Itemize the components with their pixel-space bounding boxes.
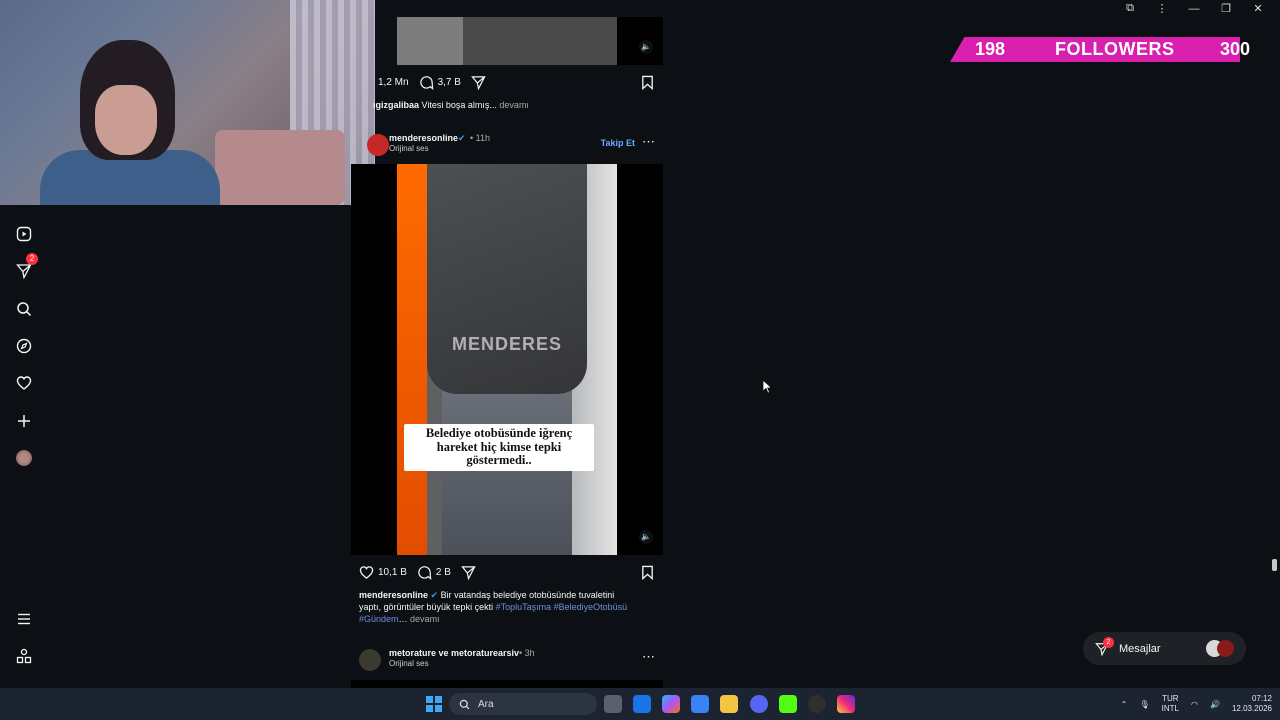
also-from-meta-icon[interactable] [14, 646, 34, 666]
share-icon [471, 75, 486, 90]
comment-button[interactable]: 2 B [417, 565, 451, 580]
next-post-users[interactable]: metorature ve metoraturearsiv [389, 648, 519, 658]
messages-badge: 2 [1103, 637, 1114, 648]
webcam-bed [215, 130, 345, 205]
create-plus-icon[interactable] [14, 411, 34, 431]
prev-post-actions: 1,2 Mn 3,7 B [351, 72, 663, 92]
main-post-video[interactable]: MENDERES Belediye otobüsünde iğrenç hare… [351, 164, 663, 555]
share-button[interactable] [461, 565, 476, 580]
post-options-icon[interactable]: ⋯ [642, 134, 655, 150]
comment-icon [418, 565, 432, 580]
kick-icon[interactable] [779, 695, 797, 713]
post-time: • 11h [470, 133, 491, 143]
direct-badge: 2 [26, 253, 38, 265]
profile-avatar[interactable] [14, 448, 34, 468]
video-watermark: MENDERES [451, 334, 562, 354]
prev-post-media[interactable] [397, 17, 617, 65]
prev-comment-button[interactable]: 3,7 B [419, 75, 461, 90]
discord-icon[interactable] [750, 695, 768, 713]
messages-avatars [1206, 640, 1234, 657]
main-more-link[interactable]: devamı [410, 614, 440, 624]
system-tray: ⌃ 🎙 TUR INTL ◠ 🔊 07:12 12.03.2026 [1121, 692, 1272, 716]
search-icon [459, 699, 470, 709]
puzzle-icon[interactable]: ⧉ [1122, 2, 1138, 15]
instagram-icon[interactable] [837, 695, 855, 713]
bookmark-icon[interactable] [640, 75, 655, 90]
comment-icon [419, 75, 433, 90]
main-post-header: menderesonline ✔ • 11h Orijinal ses Taki… [351, 132, 663, 158]
followers-current: 198 [975, 39, 1006, 59]
heart-icon [359, 565, 374, 579]
post-avatar[interactable] [367, 134, 389, 156]
followers-goal-overlay: 198 FOLLOWERS 300 [950, 37, 1270, 62]
post-audio[interactable]: Orijinal ses [389, 144, 429, 153]
notifications-heart-icon[interactable] [14, 373, 34, 393]
video-frame: MENDERES Belediye otobüsünde iğrenç hare… [397, 164, 617, 555]
language-indicator[interactable]: TUR INTL [1162, 694, 1179, 714]
minimize-button[interactable]: — [1186, 3, 1202, 15]
copilot-icon[interactable] [662, 695, 680, 713]
task-view-icon[interactable] [604, 695, 622, 713]
more-menu-icon[interactable] [14, 609, 34, 629]
direct-icon[interactable]: 2 [14, 253, 38, 281]
next-post-avatar[interactable] [359, 649, 381, 671]
obs-icon[interactable] [808, 695, 826, 713]
close-button[interactable]: ✕ [1250, 2, 1266, 15]
main-caption: menderesonline ✔ Bir vatandaş belediye o… [359, 590, 628, 624]
prev-mute-icon[interactable]: 🔈 [639, 40, 653, 54]
messages-button[interactable]: 2 Mesajlar [1083, 632, 1246, 665]
explore-icon[interactable] [14, 336, 34, 356]
post-username[interactable]: menderesonline [389, 133, 458, 143]
store-icon[interactable] [691, 695, 709, 713]
main-mute-icon[interactable]: 🔈 [639, 530, 653, 544]
restore-button[interactable]: ❐ [1218, 2, 1234, 15]
prev-share-button[interactable] [471, 75, 486, 90]
like-button[interactable]: 10,1 B [359, 565, 407, 580]
chevron-up-icon[interactable]: ⌃ [1121, 700, 1128, 709]
next-post-time: • 3h [519, 648, 535, 658]
volume-icon[interactable]: 🔊 [1210, 700, 1220, 709]
next-post-audio[interactable]: Orijinal ses [389, 659, 429, 668]
search-icon[interactable] [14, 299, 34, 319]
kebab-icon[interactable]: ⋮ [1154, 2, 1170, 15]
clock[interactable]: 07:12 12.03.2026 [1232, 694, 1272, 714]
verified-icon: ✔ [458, 133, 466, 143]
taskbar-search[interactable]: Ara [449, 693, 597, 715]
next-post-options-icon[interactable]: ⋯ [642, 649, 655, 665]
next-post-header: metorature ve metoraturearsiv • 3h Oriji… [351, 647, 663, 673]
window-controls: ⧉ ⋮ — ❐ ✕ [1122, 0, 1280, 17]
main-post-actions: 10,1 B 2 B [351, 562, 663, 582]
mouse-cursor-icon [763, 380, 773, 394]
followers-goal: 300 [1220, 39, 1251, 59]
wifi-icon[interactable]: ◠ [1191, 700, 1198, 709]
windows-start-icon[interactable] [426, 696, 442, 712]
next-post-media[interactable] [351, 680, 663, 688]
taskbar: Ara ⌃ 🎙 TUR INTL ◠ 🔊 07:12 12.03.2026 [0, 688, 1280, 720]
bookmark-icon[interactable] [640, 565, 655, 580]
followers-label: FOLLOWERS [1055, 39, 1175, 59]
webcam-overlay [0, 0, 375, 205]
file-explorer-icon[interactable] [720, 695, 738, 713]
prev-post-media-bg [617, 17, 663, 65]
prev-like-count[interactable]: 1,2 Mn [378, 77, 409, 88]
prev-caption: ıgizgalibaa Vitesi boşa almış... devamı [373, 100, 529, 110]
prev-more-link[interactable]: devamı [499, 100, 529, 110]
messages-label: Mesajlar [1119, 642, 1161, 655]
microphone-icon[interactable]: 🎙 [1140, 700, 1150, 709]
scrollbar-thumb[interactable] [1272, 559, 1277, 571]
video-text-sticker: Belediye otobüsünde iğrenç hareket hiç k… [404, 424, 594, 471]
outlook-icon[interactable] [633, 695, 651, 713]
follow-button[interactable]: Takip Et [601, 138, 635, 148]
reels-icon[interactable] [14, 224, 34, 244]
webcam-person-face [95, 85, 157, 155]
share-icon [461, 565, 476, 580]
